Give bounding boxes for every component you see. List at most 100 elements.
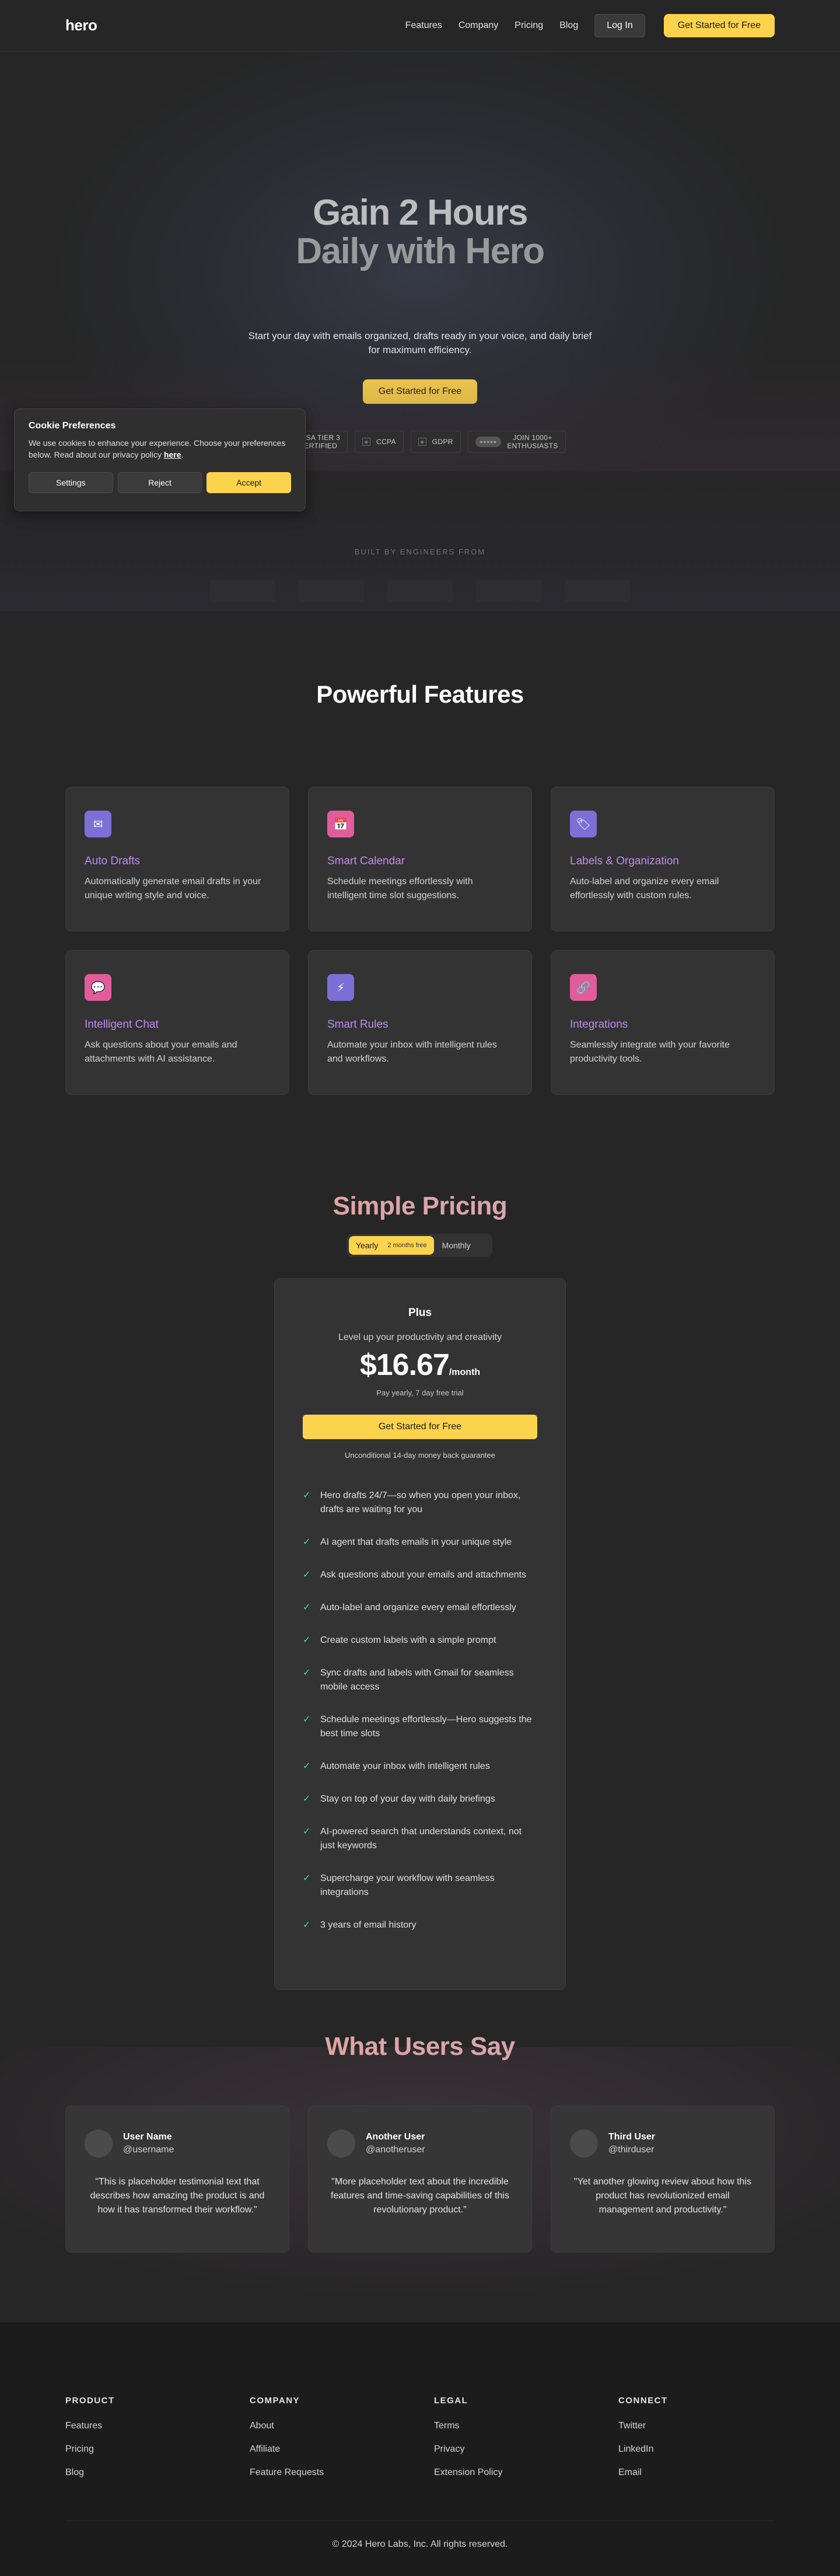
testimonial-author: Third User @thirduser [570,2130,755,2158]
footer-col-company: COMPANY About Affiliate Feature Requests [250,2396,434,2478]
plan-desc: Level up your productivity and creativit… [338,1332,502,1342]
feature-card-smart-rules: ⚡ Smart Rules Automate your inbox with i… [308,950,532,1095]
plan-guarantee: Unconditional 14-day money back guarante… [344,1451,495,1460]
hero-title-line2: Daily with Hero [296,231,545,271]
footer-link[interactable]: Extension Policy [434,2467,618,2478]
plan-trial: Pay yearly, 7 day free trial [376,1388,464,1397]
footer-columns: PRODUCT Features Pricing Blog COMPANY Ab… [65,2396,775,2478]
hero-get-started-button[interactable]: Get Started for Free [363,379,477,404]
badge-enthusiasts-line1: JOIN 1000+ [513,434,552,442]
cookie-text: We use cookies to enhance your experienc… [29,438,286,459]
author-name: Another User [366,2132,425,2142]
login-button[interactable]: Log In [594,14,645,37]
author-name: Third User [608,2132,656,2142]
price-amount: $16.67 [359,1348,450,1382]
plan-features: ✓ Hero drafts 24/7—so when you open your … [303,1489,537,1932]
footer-link[interactable]: Terms [434,2421,618,2431]
billing-toggle: Yearly 2 months free Monthly [346,1234,492,1257]
engineers-label: BUILT BY ENGINEERS FROM [354,547,486,556]
footer-link[interactable]: Blog [65,2467,250,2478]
nav-link-blog[interactable]: Blog [559,20,578,31]
badge-ccpa: ◈ CCPA [355,431,404,453]
company-logo [476,580,541,602]
copyright: © 2024 Hero Labs, Inc. All rights reserv… [332,2539,508,2549]
toggle-yearly[interactable]: Yearly 2 months free [349,1236,434,1255]
badge-gdpr-label: GDPR [432,438,453,446]
footer-col-connect: CONNECT Twitter LinkedIn Email [618,2396,803,2478]
testimonials-grid: User Name @username "This is placeholder… [65,2106,775,2253]
plan-name: Plus [408,1307,432,1319]
privacy-policy-link[interactable]: here [164,450,181,459]
link-icon: 🔗 [570,974,597,1001]
testimonial-author: Another User @anotheruser [327,2130,513,2158]
avatar [327,2130,355,2158]
feature-desc: Schedule meetings effortlessly with inte… [327,877,473,900]
badge-ccpa-label: CCPA [376,438,396,446]
nav-get-started-button[interactable]: Get Started for Free [663,14,775,37]
list-item: ✓ Automate your inbox with intelligent ru… [303,1760,537,1774]
nav-link-company[interactable]: Company [459,20,498,31]
author-handle: @thirduser [608,2145,654,2155]
list-item: ✓ Sync drafts and labels with Gmail for s… [303,1666,537,1694]
pricing-section: Simple Pricing Yearly 2 months free Mont… [0,1189,840,2047]
plan-get-started-button[interactable]: Get Started for Free [303,1415,537,1439]
nav-link-features[interactable]: Features [405,20,442,31]
company-logo [210,580,275,602]
footer-col-title: LEGAL [434,2396,468,2406]
cookie-accept-button[interactable]: Accept [206,472,292,493]
footer-link[interactable]: Privacy [434,2444,618,2455]
hero-title-line1: Gain 2 Hours [313,193,528,233]
check-icon: ✓ [303,1794,311,1804]
testimonial-card: Third User @thirduser "Yet another glowi… [551,2106,775,2253]
toggle-yearly-label: Yearly [356,1241,379,1250]
testimonial-quote: "Yet another glowing review about how th… [574,2177,751,2215]
feature-desc: Seamlessly integrate with your favorite … [570,1040,730,1064]
cookie-banner: Cookie Preferences We use cookies to enh… [14,409,306,511]
feature-title: Labels & Organization [570,855,679,867]
footer-col-legal: LEGAL Terms Privacy Extension Policy [434,2396,618,2478]
avatars-icon: ●●●●● [475,437,502,447]
footer-link[interactable]: Email [618,2467,803,2478]
cookie-settings-button[interactable]: Settings [29,472,113,493]
calendar-icon: 📅 [327,811,354,837]
check-icon: ✓ [303,1827,311,1837]
company-logos [0,580,840,602]
footer-link[interactable]: Features [65,2421,250,2431]
label-icon: 🏷 [570,811,597,837]
footer: PRODUCT Features Pricing Blog COMPANY Ab… [0,2322,840,2576]
list-item: ✓ 3 years of email history [303,1918,537,1932]
company-logo [299,580,364,602]
feature-card-intelligent-chat: 💬 Intelligent Chat Ask questions about y… [65,950,289,1095]
cookie-reject-button[interactable]: Reject [117,472,202,493]
nav-links: Features Company Pricing Blog Log In Get… [405,14,775,37]
footer-link[interactable]: Feature Requests [250,2467,434,2478]
pricing-title: Simple Pricing [0,1192,840,1221]
top-nav: hero Features Company Pricing Blog Log I… [0,0,840,51]
footer-link[interactable]: Pricing [65,2444,250,2455]
footer-col-title: COMPANY [250,2396,300,2406]
check-icon: ✓ [303,1537,311,1547]
logo[interactable]: hero [65,16,97,34]
toggle-monthly[interactable]: Monthly [442,1241,471,1250]
footer-link[interactable]: Affiliate [250,2444,434,2455]
badge-enthusiasts: ●●●●● JOIN 1000+ ENTHUSIASTS [467,431,566,453]
footer-link[interactable]: About [250,2421,434,2431]
footer-link[interactable]: Twitter [618,2421,803,2431]
check-icon: ✓ [303,1715,311,1725]
footer-col-title: PRODUCT [65,2396,115,2406]
feature-desc: Automatically generate email drafts in y… [85,877,261,900]
nav-link-pricing[interactable]: Pricing [514,20,543,31]
feature-title: Auto Drafts [85,855,141,867]
footer-col-product: PRODUCT Features Pricing Blog [65,2396,250,2478]
testimonial-card: Another User @anotheruser "More placehol… [308,2106,532,2253]
footer-link[interactable]: LinkedIn [618,2444,803,2455]
author-handle: @anotheruser [366,2145,425,2155]
list-item: ✓ Schedule meetings effortlessly—Hero sug… [303,1713,537,1741]
feature-desc: Ask questions about your emails and atta… [85,1040,237,1064]
testimonials-title: What Users Say [0,2032,840,2061]
check-icon: ✓ [303,1603,311,1612]
feature-card-integrations: 🔗 Integrations Seamlessly integrate with… [551,950,775,1095]
features-section: Powerful Features ✉ Auto Drafts Automati… [0,612,840,1189]
feature-desc: Auto-label and organize every email effo… [570,877,719,900]
hero-subtitle: Start your day with emails organized, dr… [248,330,592,355]
